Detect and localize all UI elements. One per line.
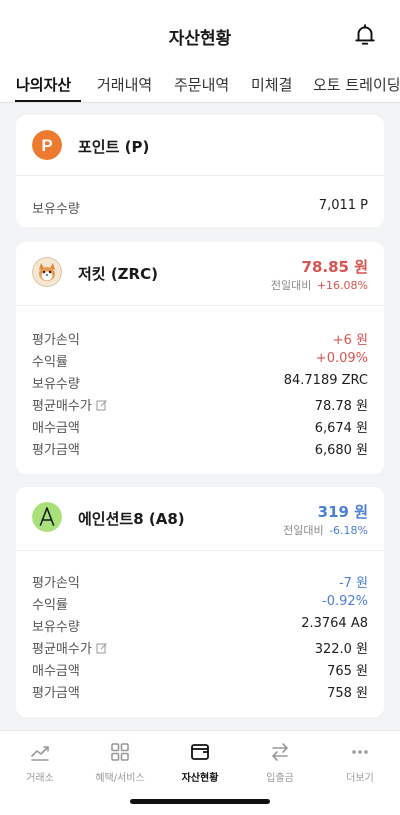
active-tab-indicator: [15, 100, 81, 102]
coin-card-a8[interactable]: 에인션트8 (A8) 319 원 전일대비 -6.18% 평가손익 -7 원 수…: [16, 487, 384, 717]
row-label: 보유수량: [32, 377, 80, 392]
point-card[interactable]: P 포인트 (P) 보유수량 7,011 P: [16, 115, 384, 227]
row-value: -0.92%: [322, 594, 368, 609]
page-title: 자산현황: [168, 29, 232, 49]
avg-price-row-label[interactable]: 평균매수가: [32, 638, 108, 657]
point-holdings-value: 7,011 P: [318, 198, 368, 213]
coin-name: 저킷 (ZRC): [78, 265, 158, 283]
row-label: 매수금액: [32, 664, 80, 679]
tab-auto-trading[interactable]: 오토 트레이딩: [313, 74, 400, 95]
edit-icon[interactable]: [96, 642, 108, 654]
row-label: 평가손익: [32, 333, 80, 348]
row-label: 매수금액: [32, 421, 80, 436]
row-value: -7 원: [338, 576, 368, 591]
transfer-icon: [272, 743, 288, 761]
grid-icon: [111, 743, 129, 761]
wallet-icon: [191, 744, 209, 760]
row-value: 84.7189 ZRC: [283, 373, 368, 388]
divider: [16, 175, 384, 176]
point-holdings-label: 보유수량: [32, 202, 80, 217]
nav-label: 거래소: [26, 773, 54, 784]
coin-name: 에인션트8 (A8): [78, 510, 185, 528]
chart-icon: [31, 746, 49, 761]
nav-exchange[interactable]: 거래소: [0, 741, 80, 784]
row-label: 수익률: [32, 598, 68, 613]
tab-trade-history[interactable]: 거래내역: [97, 74, 152, 95]
nav-label: 더보기: [346, 773, 374, 784]
row-label: 보유수량: [32, 620, 80, 635]
point-logo-icon: P: [32, 130, 62, 160]
row-label: 수익률: [32, 355, 68, 370]
row-value: 78.78 원: [314, 399, 368, 414]
svg-text:P: P: [41, 136, 52, 155]
nav-more[interactable]: 더보기: [320, 741, 400, 784]
row-value: 2.3764 A8: [301, 616, 368, 631]
row-value: 6,674 원: [314, 421, 368, 436]
row-value: 765 원: [327, 664, 368, 679]
divider: [16, 305, 384, 306]
row-label-text: 평균매수가: [32, 642, 92, 657]
coin-price: 78.85 원: [301, 258, 368, 276]
tab-bar: 나의자산 거래내역 주문내역 미체결 오토 트레이딩: [0, 70, 400, 103]
nav-label: 자산현황: [181, 773, 219, 784]
coin-card-zrc[interactable]: 저킷 (ZRC) 78.85 원 전일대비 +16.08% 평가손익 +6 원 …: [16, 242, 384, 474]
nav-label: 혜택/서비스: [95, 773, 145, 784]
coin-change: 전일대비 -6.18%: [283, 522, 368, 538]
nav-benefits[interactable]: 혜택/서비스: [80, 741, 160, 784]
zrc-logo-icon: [32, 257, 62, 287]
point-name: 포인트 (P): [78, 138, 150, 156]
row-value: +0.09%: [315, 351, 368, 366]
home-indicator: [130, 799, 270, 804]
nav-label: 입출금: [266, 773, 294, 784]
edit-icon[interactable]: [96, 399, 108, 411]
avg-price-row-label[interactable]: 평균매수가: [32, 395, 108, 414]
bell-icon[interactable]: [352, 22, 378, 48]
header: 자산현황: [0, 0, 400, 70]
coin-change: 전일대비 +16.08%: [271, 277, 368, 293]
change-value: +16.08%: [316, 279, 368, 292]
nav-deposit-withdraw[interactable]: 입출금: [240, 741, 320, 784]
tab-order-history[interactable]: 주문내역: [174, 74, 229, 95]
tab-my-assets[interactable]: 나의자산: [16, 74, 71, 95]
divider: [16, 550, 384, 551]
row-value: 6,680 원: [314, 443, 368, 458]
row-label: 평가금액: [32, 443, 80, 458]
row-value: +6 원: [332, 333, 368, 348]
change-label: 전일대비: [283, 524, 324, 537]
change-label: 전일대비: [270, 279, 312, 292]
a8-logo-icon: [32, 502, 62, 532]
more-icon: [352, 750, 368, 754]
row-label-text: 평균매수가: [32, 399, 92, 414]
nav-assets[interactable]: 자산현황: [160, 741, 240, 784]
row-label: 평가손익: [32, 576, 80, 591]
row-value: 758 원: [327, 686, 368, 701]
coin-price: 319 원: [317, 503, 368, 521]
change-value: -6.18%: [329, 524, 368, 537]
tab-unfilled[interactable]: 미체결: [251, 74, 292, 95]
row-value: 322.0 원: [314, 642, 368, 657]
row-label: 평가금액: [32, 686, 80, 701]
